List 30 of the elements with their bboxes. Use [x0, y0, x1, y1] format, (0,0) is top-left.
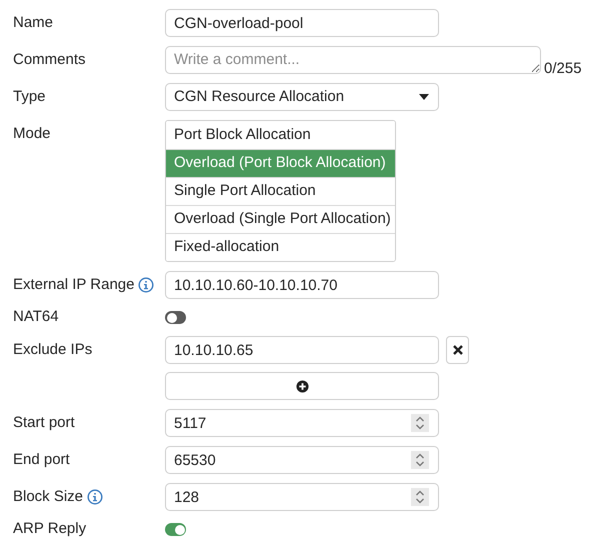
field-label: External IP Range: [13, 274, 134, 295]
input-field[interactable]: 5117: [165, 409, 439, 437]
field-label: Type: [13, 86, 46, 107]
field-label: Name: [13, 12, 54, 33]
comment-field[interactable]: Write a comment...: [165, 46, 541, 74]
input-field[interactable]: CGN-overload-pool: [165, 9, 439, 37]
field-label: End port: [13, 450, 70, 470]
plus-circle-icon: [296, 380, 308, 392]
input-field[interactable]: 128: [165, 483, 439, 511]
caret-icon: [419, 94, 429, 100]
mode-option[interactable]: Fixed-allocation: [166, 233, 395, 261]
field-label: Start port: [13, 412, 75, 433]
field-label: Comments: [13, 50, 86, 70]
remove-button[interactable]: [446, 336, 469, 364]
input-field[interactable]: 65530: [165, 446, 439, 474]
field-label: ARP Reply: [13, 519, 86, 540]
spinner-icon: [411, 488, 429, 506]
toggle-switch[interactable]: [165, 311, 186, 324]
field-label: Exclude IPs: [13, 340, 92, 360]
field-label: Mode: [13, 124, 51, 144]
spinner-icon: [411, 414, 429, 432]
close-icon: [452, 345, 462, 355]
character-counter: 0/255: [544, 58, 582, 78]
toggle-switch[interactable]: [165, 523, 186, 536]
type-dropdown[interactable]: CGN Resource Allocation: [165, 83, 439, 111]
input-field[interactable]: 10.10.10.65: [165, 336, 439, 364]
field-label: NAT64: [13, 307, 59, 328]
spinner-icon: [411, 451, 429, 469]
field-label: Block Size: [13, 486, 84, 507]
input-field[interactable]: 10.10.10.60-10.10.10.70: [165, 271, 439, 299]
